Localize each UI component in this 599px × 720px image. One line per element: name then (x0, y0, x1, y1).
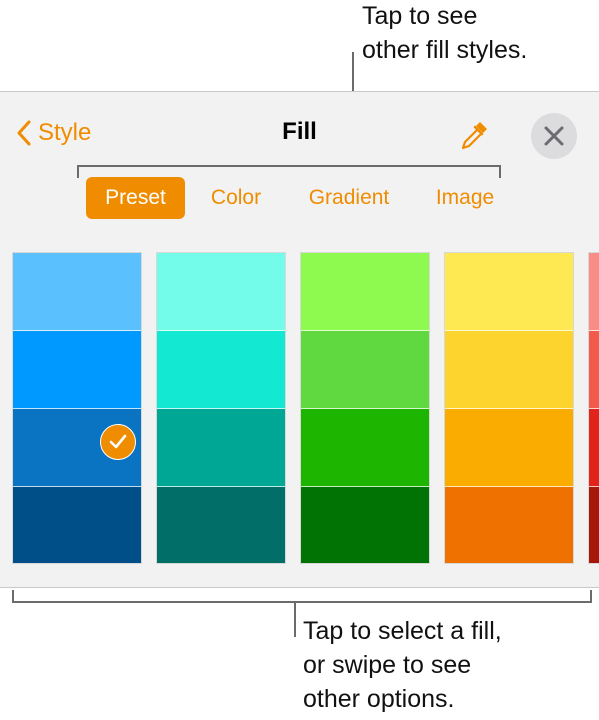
swatch[interactable] (13, 331, 141, 409)
callout-leader (294, 601, 296, 637)
swatch[interactable] (589, 487, 599, 563)
swatch[interactable] (301, 487, 429, 563)
fill-style-tabs: Preset Color Gradient Image (0, 177, 599, 219)
tab-gradient[interactable]: Gradient (296, 177, 402, 219)
callout-line: or swipe to see (303, 651, 472, 679)
callout-line: other options. (303, 685, 455, 713)
swatch-column-green[interactable] (300, 252, 430, 564)
swatch[interactable] (301, 253, 429, 331)
swatch[interactable] (589, 253, 599, 331)
swatch-column-red[interactable] (588, 252, 599, 564)
swatch[interactable] (13, 253, 141, 331)
checkmark-icon (100, 424, 136, 460)
swatches-bracket-left (12, 590, 14, 603)
tab-preset[interactable]: Preset (86, 177, 185, 219)
eyedropper-icon (461, 122, 487, 150)
swatch-column-teal[interactable] (156, 252, 286, 564)
swatches-bracket (12, 601, 592, 603)
preset-swatches (0, 252, 599, 564)
swatch[interactable] (445, 409, 573, 487)
swatch-column-blue[interactable] (12, 252, 142, 564)
close-button[interactable] (531, 113, 577, 159)
tab-color[interactable]: Color (200, 177, 272, 219)
swatch[interactable] (157, 487, 285, 563)
tab-image[interactable]: Image (424, 177, 506, 219)
callout-line: Tap to see (362, 2, 478, 30)
swatch[interactable] (13, 487, 141, 563)
tabs-bracket (77, 165, 501, 167)
close-icon (544, 126, 564, 146)
swatch[interactable] (157, 253, 285, 331)
panel-title: Fill (282, 118, 317, 145)
callout-select-fill: Tap to select a fill, or swipe to see ot… (303, 614, 502, 716)
swatch[interactable] (157, 331, 285, 409)
swatch[interactable] (301, 331, 429, 409)
swatch[interactable] (445, 487, 573, 563)
tabs-bracket-left (77, 165, 79, 178)
swatch[interactable] (13, 409, 141, 487)
swatches-bracket-right (590, 590, 592, 603)
swatch[interactable] (445, 331, 573, 409)
swatch[interactable] (445, 253, 573, 331)
callout-line: other fill styles. (362, 36, 528, 64)
swatch[interactable] (301, 409, 429, 487)
swatch[interactable] (589, 409, 599, 487)
callout-fill-styles: Tap to see other fill styles. (362, 0, 527, 67)
swatch[interactable] (157, 409, 285, 487)
tabs-bracket-right (499, 165, 501, 178)
eyedropper-button[interactable] (455, 118, 491, 154)
swatch[interactable] (589, 331, 599, 409)
swatch-column-yellow[interactable] (444, 252, 574, 564)
callout-line: Tap to select a fill, (303, 617, 502, 645)
